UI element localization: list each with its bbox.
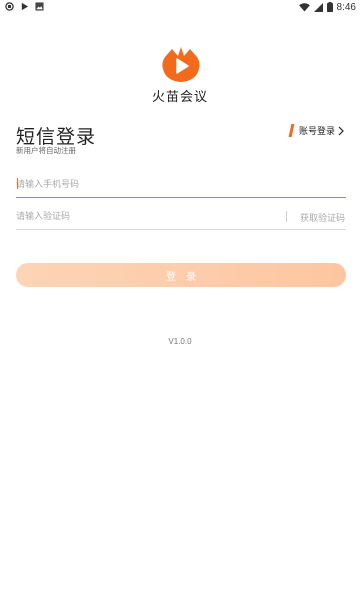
- status-time: 8:46: [336, 1, 356, 13]
- status-right-icons: 8:46: [298, 0, 356, 14]
- phone-input[interactable]: [16, 172, 346, 198]
- message-circle-icon: [5, 2, 14, 11]
- code-field[interactable]: 获取验证码: [16, 204, 346, 230]
- status-left-icons: [5, 2, 44, 11]
- phone-field[interactable]: [16, 172, 346, 198]
- text-caret: [17, 178, 18, 189]
- status-bar: 8:46: [0, 0, 360, 14]
- signal-icon: [313, 2, 323, 12]
- get-code-button[interactable]: 获取验证码: [300, 211, 345, 224]
- login-button[interactable]: 登录: [16, 263, 346, 287]
- photo-icon: [35, 2, 44, 11]
- page-subtitle: 新用户将自动注册: [16, 146, 76, 155]
- wifi-icon: [298, 2, 310, 12]
- code-divider: [286, 211, 287, 222]
- flame-play-logo: [162, 47, 200, 82]
- chevron-right-icon: [338, 126, 344, 135]
- version-text: V1.0.0: [168, 337, 192, 346]
- code-input[interactable]: [16, 204, 266, 230]
- accent-slash: [288, 124, 295, 137]
- battery-icon: [326, 2, 333, 12]
- account-login-link[interactable]: 账号登录: [288, 124, 345, 137]
- login-button-label: 登录: [166, 271, 206, 283]
- play-store-icon: [21, 2, 29, 11]
- account-login-label: 账号登录: [298, 127, 335, 137]
- app-name: 火苗会议: [151, 90, 208, 105]
